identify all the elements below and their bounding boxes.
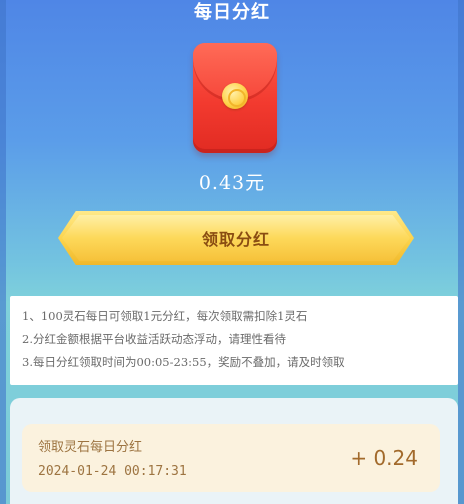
rule-line: 1、100灵石每日可领取1元分红，每次领取需扣除1灵石 — [22, 309, 308, 323]
right-edge — [458, 0, 464, 504]
rule-line: 2.分红金额根据平台收益活跃动态浮动，请理性看待 — [22, 332, 286, 346]
claim-button-label: 领取分红 — [201, 230, 270, 249]
record-title: 领取灵石每日分红 — [38, 440, 143, 455]
record-timestamp: 2024-01-24 00:17:31 — [38, 464, 187, 479]
record-amount: + 0.24 — [350, 446, 418, 470]
left-edge — [0, 0, 6, 504]
claim-dividend-button[interactable]: 领取分红 — [58, 211, 414, 265]
page-title: 每日分红 — [194, 2, 270, 23]
envelope-coin — [222, 83, 248, 109]
red-envelope-icon — [193, 43, 277, 153]
rules-panel: 1、100灵石每日可领取1元分红，每次领取需扣除1灵石 2.分红金额根据平台收益… — [10, 296, 458, 385]
history-panel: 领取灵石每日分红 2024-01-24 00:17:31 + 0.24 — [10, 398, 458, 504]
dividend-amount: 0.43元 — [198, 172, 266, 194]
history-record[interactable]: 领取灵石每日分红 2024-01-24 00:17:31 + 0.24 — [22, 424, 440, 492]
rule-line: 3.每日分红领取时间为00:05-23:55，奖励不叠加，请及时领取 — [22, 355, 345, 369]
